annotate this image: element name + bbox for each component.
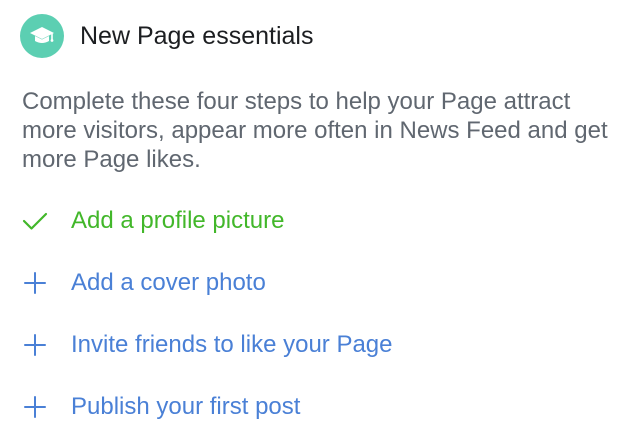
step-add-profile-picture[interactable]: Add a profile picture: [0, 190, 640, 252]
step-add-cover-photo[interactable]: Add a cover photo: [0, 252, 640, 314]
graduation-cap-icon: [20, 14, 64, 58]
essentials-steps-list: Add a profile picture Add a cover photo …: [0, 190, 640, 438]
plus-icon: [22, 270, 48, 296]
step-label[interactable]: Invite friends to like your Page: [71, 331, 393, 359]
essentials-description: Complete these four steps to help your P…: [22, 88, 608, 173]
step-label[interactable]: Add a cover photo: [71, 269, 266, 297]
essentials-header: New Page essentials: [20, 13, 313, 59]
checkmark-icon: [22, 208, 48, 234]
step-label[interactable]: Add a profile picture: [71, 207, 284, 235]
plus-icon: [22, 394, 48, 420]
page-title: New Page essentials: [80, 21, 314, 50]
step-publish-first-post[interactable]: Publish your first post: [0, 376, 640, 438]
step-label[interactable]: Publish your first post: [71, 393, 300, 421]
plus-icon: [22, 332, 48, 358]
step-invite-friends[interactable]: Invite friends to like your Page: [0, 314, 640, 376]
